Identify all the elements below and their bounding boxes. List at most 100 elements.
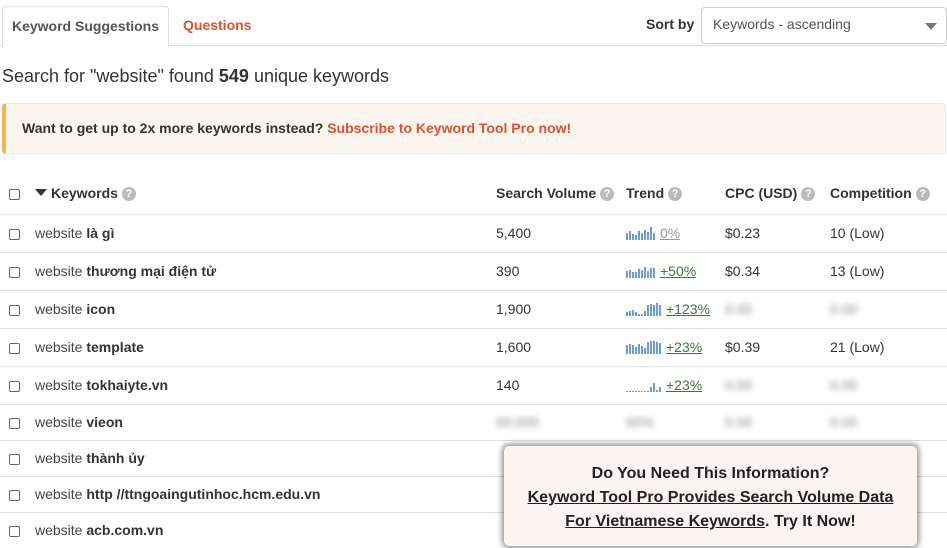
subscribe-link[interactable]: Subscribe to Keyword Tool Pro now!	[327, 120, 571, 136]
upsell-link-line1[interactable]: Keyword Tool Pro Provides Search Volume …	[528, 489, 894, 506]
search-volume-cell: 00,000	[489, 404, 624, 441]
keyword-cell[interactable]: website http //ttngoaingutinhoc.hcm.edu.…	[30, 476, 489, 513]
row-checkbox[interactable]	[9, 489, 20, 501]
trend-bar	[647, 305, 649, 316]
trend-bar	[650, 304, 652, 316]
sort-by-value: Keywords - ascending	[713, 16, 851, 32]
trend-cell: +123%	[624, 290, 723, 329]
tab-questions[interactable]: Questions	[171, 6, 263, 47]
trend-bar	[626, 312, 628, 316]
cpc-cell: 0.00	[723, 404, 830, 441]
trend-bar	[638, 231, 640, 240]
sort-desc-icon	[35, 188, 47, 196]
competition-cell: 0.00	[830, 404, 947, 441]
keyword-cell[interactable]: website thương mại điện tử	[30, 252, 489, 291]
trend-bar	[638, 391, 640, 392]
trend-bar	[641, 391, 643, 392]
keyword-cell[interactable]: website tokhaiyte.vn	[30, 366, 489, 405]
trend-bar	[635, 312, 637, 316]
trend-percent-link[interactable]: 0%	[660, 225, 680, 241]
trend-bar	[635, 347, 637, 354]
row-checkbox[interactable]	[9, 304, 20, 316]
results-summary: Search for "website" found 549 unique ke…	[2, 66, 389, 87]
trend-cell: 0%	[624, 214, 723, 253]
trend-bar	[629, 344, 631, 354]
column-header-keywords[interactable]: Keywords?	[30, 172, 489, 215]
keyword-cell[interactable]: website là gì	[30, 214, 489, 253]
trend-bar	[653, 383, 655, 392]
trend-bar	[635, 391, 637, 392]
trend-bar	[647, 232, 649, 240]
keyword-cell[interactable]: website thành ủy	[30, 440, 489, 477]
table-row: website vieon 00,000 00% 0.00 0.00	[0, 404, 947, 441]
row-checkbox[interactable]	[9, 525, 20, 537]
trend-bar	[632, 391, 634, 392]
keyword-base: website	[35, 301, 83, 317]
keyword-modifier: thành ủy	[86, 450, 145, 466]
trend-bar	[647, 391, 649, 392]
trend-bar	[629, 270, 631, 278]
trend-bar	[650, 227, 652, 240]
trend-sparkline	[626, 303, 661, 316]
select-all-checkbox[interactable]	[9, 188, 20, 200]
keyword-cell[interactable]: website icon	[30, 290, 489, 329]
trend-bar	[653, 341, 655, 354]
summary-suffix: unique keywords	[248, 66, 390, 86]
trend-bar	[632, 310, 634, 316]
column-header-competition[interactable]: Competition?	[830, 172, 947, 215]
keyword-base: website	[35, 377, 83, 393]
trend-bar	[644, 348, 646, 354]
trend-bar	[626, 233, 628, 240]
trend-bar	[626, 345, 628, 354]
column-header-search-volume[interactable]: Search Volume?	[489, 172, 624, 215]
search-volume-cell: 5,400	[489, 214, 624, 253]
keyword-cell[interactable]: website vieon	[30, 404, 489, 441]
trend-bar	[638, 314, 640, 316]
competition-cell: 13 (Low)	[830, 252, 947, 291]
trend-percent-link[interactable]: +50%	[660, 263, 696, 279]
row-checkbox[interactable]	[9, 380, 20, 392]
help-icon[interactable]: ?	[801, 186, 816, 201]
table-row: website template 1,600 +23% $0.39 21 (Low)	[0, 328, 947, 367]
trend-cell: +50%	[624, 252, 723, 291]
search-volume-cell: 140	[489, 366, 624, 405]
competition-cell: 21 (Low)	[830, 328, 947, 367]
trend-bar	[641, 233, 643, 240]
trend-bar	[659, 343, 661, 354]
trend-percent-link[interactable]: +123%	[666, 301, 710, 317]
column-header-cpc[interactable]: CPC (USD)?	[723, 172, 830, 215]
tab-keyword-suggestions[interactable]: Keyword Suggestions	[2, 6, 169, 47]
summary-prefix: Search for "website" found	[2, 66, 219, 86]
help-icon[interactable]: ?	[668, 186, 683, 201]
upsell-link-line2[interactable]: For Vietnamese Keywords	[565, 513, 765, 530]
table-header-row: Keywords? Search Volume? Trend? CPC (USD…	[0, 172, 947, 215]
upsell-title: Do You Need This Information?	[591, 465, 830, 482]
table-row: website là gì 5,400 0% $0.23 10 (Low)	[0, 214, 947, 253]
trend-bar	[626, 391, 628, 392]
upgrade-banner: Want to get up to 2x more keywords inste…	[2, 103, 946, 154]
help-icon[interactable]: ?	[600, 186, 615, 201]
keyword-modifier: thương mại điện tử	[86, 263, 217, 279]
row-checkbox[interactable]	[9, 228, 20, 240]
row-checkbox[interactable]	[9, 266, 20, 278]
keyword-cell[interactable]: website acb.com.vn	[30, 512, 489, 548]
row-checkbox[interactable]	[9, 417, 20, 429]
row-checkbox[interactable]	[9, 342, 20, 354]
keyword-modifier: icon	[86, 301, 116, 317]
row-checkbox[interactable]	[9, 453, 20, 465]
trend-bar	[632, 345, 634, 354]
keyword-cell[interactable]: website template	[30, 328, 489, 367]
help-icon[interactable]: ?	[121, 186, 136, 201]
trend-bar	[641, 314, 643, 316]
sort-by-select[interactable]: Keywords - ascending	[701, 7, 947, 44]
trend-bar	[629, 391, 631, 392]
trend-percent-link[interactable]: +23%	[666, 339, 702, 355]
keyword-base: website	[35, 450, 83, 466]
trend-bar	[644, 311, 646, 316]
column-header-trend[interactable]: Trend?	[624, 172, 723, 215]
table-row: website thương mại điện tử 390 +50% $0.34 13…	[0, 252, 947, 291]
trend-bar	[659, 387, 661, 392]
help-icon[interactable]: ?	[915, 186, 930, 201]
trend-percent-link[interactable]: +23%	[666, 377, 702, 393]
trend-bar	[629, 311, 631, 316]
